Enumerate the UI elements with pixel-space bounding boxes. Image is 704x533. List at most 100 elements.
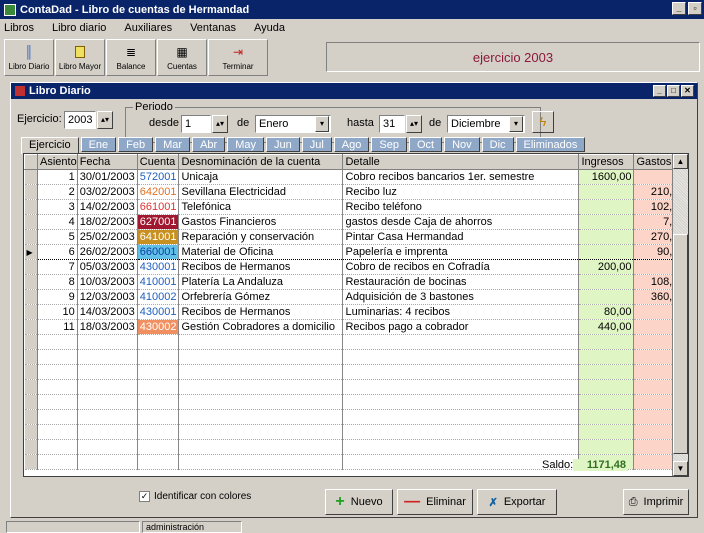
cell-detalle[interactable] [342,439,580,455]
cell-fecha[interactable] [77,394,138,410]
imprimir-button[interactable]: ⎙ Imprimir [623,489,689,515]
menu-libros[interactable]: Libros [4,22,34,34]
balance-button[interactable]: ≣ Balance [106,39,156,76]
cell-fecha[interactable] [77,454,138,470]
scroll-up-icon[interactable]: ▲ [673,154,688,169]
row-indicator[interactable] [24,319,38,335]
vertical-scrollbar[interactable]: ▲ ▼ [672,154,688,476]
cell-desc[interactable] [178,364,344,380]
cell-desc[interactable]: Telefónica [178,199,344,215]
table-row[interactable] [24,424,688,440]
cell-ingresos[interactable] [578,349,635,365]
cell-asiento[interactable]: 6 [37,244,78,260]
row-indicator[interactable] [24,259,38,275]
cell-detalle[interactable]: Luminarias: 4 recibos [342,304,580,320]
tab-ejercicio[interactable]: Ejercicio [21,137,79,154]
identificar-checkbox[interactable]: ✓ Identificar con colores [139,491,251,502]
cell-desc[interactable]: Unicaja [178,169,344,185]
tab-jul[interactable]: Jul [301,137,332,152]
hasta-day-field[interactable]: 31 [379,115,405,133]
col-cuenta[interactable]: Cuenta [136,154,180,170]
cell-desc[interactable] [178,439,344,455]
table-row[interactable] [24,439,688,455]
row-indicator[interactable] [24,229,38,245]
desde-day-field[interactable]: 1 [181,115,211,133]
cell-detalle[interactable] [342,409,580,425]
cell-cuenta[interactable]: 430001 [137,304,180,320]
cell-cuenta[interactable] [137,424,180,440]
cell-asiento[interactable]: 1 [37,169,78,185]
table-row[interactable]: 4 18/02/2003 627001 Gastos Financieros gasto… [24,214,688,230]
cell-desc[interactable] [178,349,344,365]
table-row[interactable]: 9 12/03/2003 410002 Orfebrería Gómez Adquisi… [24,289,688,305]
restore-button[interactable]: ▫ [688,2,702,15]
cell-cuenta[interactable] [137,439,180,455]
child-minimize-button[interactable]: _ [653,85,666,97]
cell-desc[interactable]: Reparación y conservación [178,229,344,245]
cell-ingresos[interactable]: 80,00 [578,304,635,320]
cell-asiento[interactable] [37,349,78,365]
cell-fecha[interactable]: 18/03/2003 [77,319,138,335]
row-indicator[interactable] [24,394,38,410]
table-row[interactable]: 10 14/03/2003 430001 Recibos de Hermanos Lum… [24,304,688,320]
table-row[interactable]: 8 10/03/2003 410001 Platería La Andaluza Res… [24,274,688,290]
table-row[interactable]: 2 03/02/2003 642001 Sevillana Electricidad R… [24,184,688,200]
cell-fecha[interactable] [77,379,138,395]
col-asiento[interactable]: Asiento [37,154,78,170]
table-row[interactable]: 11 18/03/2003 430002 Gestión Cobradores a d… [24,319,688,335]
row-indicator[interactable] [24,454,38,470]
cell-fecha[interactable]: 10/03/2003 [77,274,138,290]
cell-ingresos[interactable] [578,409,635,425]
cell-desc[interactable]: Orfebrería Gómez [178,289,344,305]
cell-fecha[interactable] [77,364,138,380]
row-indicator[interactable] [24,184,38,200]
child-close-button[interactable]: ✕ [681,85,694,97]
minimize-button[interactable]: _ [672,2,686,15]
table-row[interactable]: 3 14/02/2003 661001 Telefónica Recibo teléfo… [24,199,688,215]
cell-desc[interactable] [178,334,344,350]
ejercicio-field[interactable]: 2003 [64,111,96,129]
cell-cuenta[interactable] [137,454,180,470]
cell-cuenta[interactable]: 642001 [137,184,180,200]
cell-fecha[interactable] [77,424,138,440]
cell-desc[interactable] [178,424,344,440]
cell-cuenta[interactable] [137,379,180,395]
lightning-icon[interactable]: ϟ [532,111,554,133]
cell-ingresos[interactable]: 1600,00 [578,169,635,185]
table-row[interactable]: ▶ 6 26/02/2003 660001 Material de Oficina Pap… [24,244,688,260]
hasta-day-spin[interactable]: ▴▾ [406,115,422,133]
tab-nov[interactable]: Nov [444,137,480,152]
cell-fecha[interactable] [77,409,138,425]
tab-mar[interactable]: Mar [155,137,191,152]
row-indicator[interactable] [24,379,38,395]
table-row[interactable] [24,394,688,410]
row-indicator[interactable] [24,274,38,290]
cell-detalle[interactable]: Recibo teléfono [342,199,580,215]
cell-fecha[interactable]: 14/03/2003 [77,304,138,320]
cell-asiento[interactable]: 5 [37,229,78,245]
tab-abr[interactable]: Abr [192,137,226,152]
scroll-down-icon[interactable]: ▼ [673,461,688,476]
cell-asiento[interactable] [37,394,78,410]
cell-ingresos[interactable] [578,184,635,200]
tab-oct[interactable]: Oct [408,137,443,152]
cell-asiento[interactable] [37,364,78,380]
tab-ago[interactable]: Ago [333,137,370,152]
cell-ingresos[interactable] [578,364,635,380]
menu-ventanas[interactable]: Ventanas [190,22,236,34]
cell-cuenta[interactable] [137,334,180,350]
cuentas-button[interactable]: ▦ Cuentas [157,39,207,76]
cell-desc[interactable]: Sevillana Electricidad [178,184,344,200]
cell-fecha[interactable]: 12/03/2003 [77,289,138,305]
cell-detalle[interactable]: Papelería e imprenta [342,244,580,260]
menu-ayuda[interactable]: Ayuda [254,22,285,34]
scroll-thumb[interactable] [673,234,688,454]
cell-ingresos[interactable] [578,244,635,260]
col-detalle[interactable]: Detalle [342,154,580,170]
cell-fecha[interactable] [77,439,138,455]
cell-ingresos[interactable]: 440,00 [578,319,635,335]
cell-ingresos[interactable] [578,424,635,440]
hasta-month-select[interactable]: Diciembre ▾ [447,115,525,133]
cell-detalle[interactable] [342,394,580,410]
cell-ingresos[interactable] [578,214,635,230]
